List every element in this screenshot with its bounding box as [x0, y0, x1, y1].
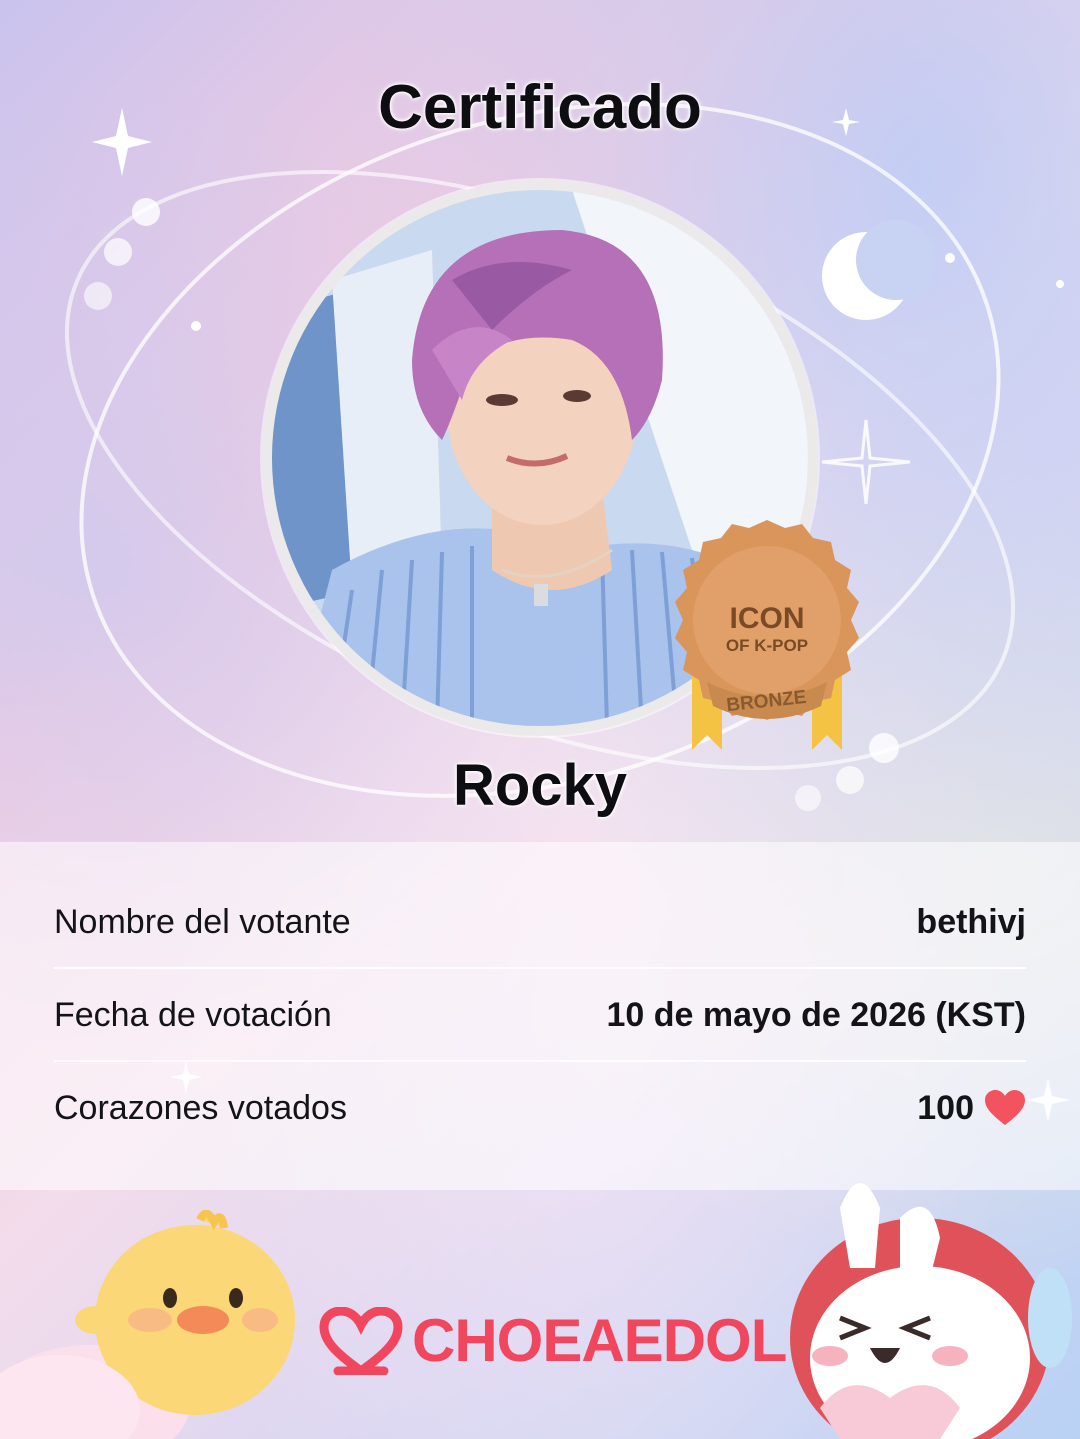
brand-name: CHOEAEDOL: [412, 1307, 787, 1374]
icon-of-kpop-badge: ICON OF K-POP BRONZE: [662, 515, 872, 755]
hearts-voted-value: 100: [917, 1088, 974, 1127]
badge-line1: ICON: [730, 602, 805, 635]
voter-name-label: Nombre del votante: [54, 902, 351, 941]
choeaedol-heart-logo-icon: [319, 1306, 403, 1375]
certificate-title: Certificado: [378, 73, 702, 142]
badge-line2: OF K-POP: [726, 636, 808, 655]
idol-name: Rocky: [452, 753, 628, 818]
voter-name-value: bethivj: [916, 902, 1026, 941]
vote-date-value: 10 de mayo de 2026 (KST): [606, 995, 1026, 1034]
vote-date-row: Fecha de votación 10 de mayo de 2026 (KS…: [54, 969, 1026, 1061]
chick-mascot: [0, 1210, 295, 1439]
vote-date-label: Fecha de votación: [54, 995, 332, 1034]
sparkle-icon: [821, 419, 911, 505]
heart-icon: [985, 1090, 1025, 1125]
hearts-voted-value-group: 100: [917, 1089, 1026, 1128]
choeaedol-logo: CHOEAEDOL: [318, 1306, 787, 1375]
bunny-mascot: [790, 1183, 1072, 1439]
hearts-voted-label: Corazones votados: [54, 1088, 347, 1127]
moon-icon: [822, 220, 936, 320]
voter-name-row: Nombre del votante bethivj: [54, 876, 1026, 968]
hearts-voted-row: Corazones votados 100: [54, 1062, 1026, 1154]
